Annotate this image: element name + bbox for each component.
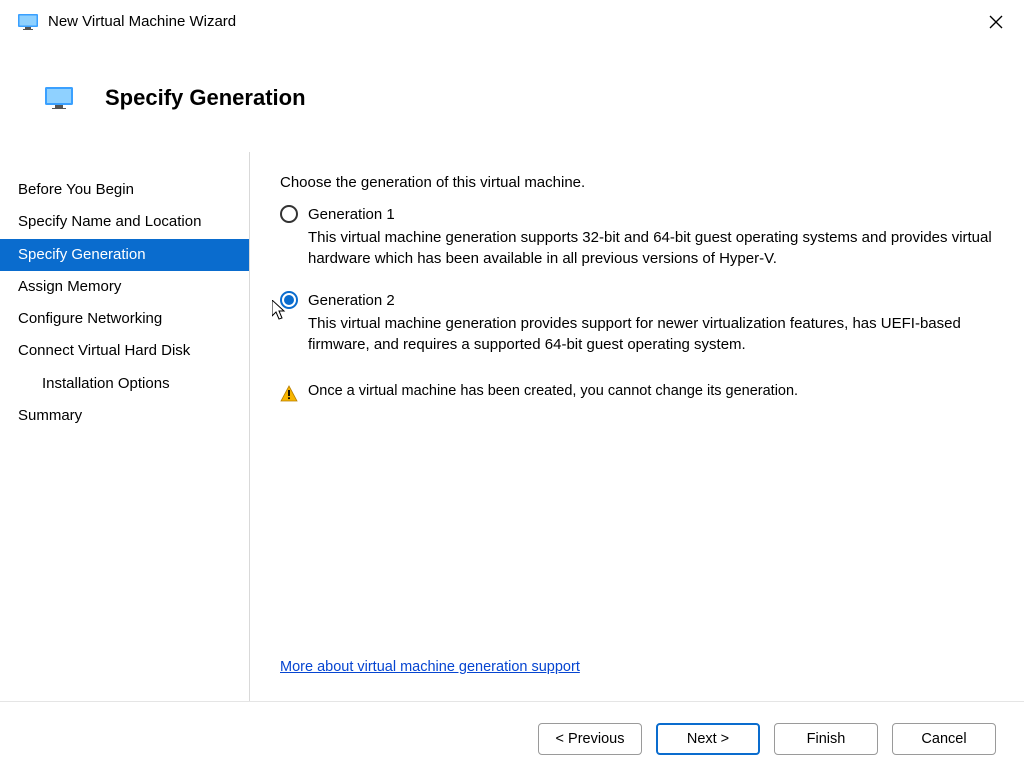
sidebar-item-specify-name-location[interactable]: Specify Name and Location: [0, 206, 249, 238]
desc-generation-1: This virtual machine generation supports…: [308, 227, 998, 269]
wizard-body: Before You Begin Specify Name and Locati…: [0, 152, 1024, 701]
warning-text: Once a virtual machine has been created,…: [308, 383, 798, 399]
page-title: Specify Generation: [105, 85, 306, 111]
sidebar-item-before-you-begin[interactable]: Before You Begin: [0, 174, 249, 206]
link-more-about-generation[interactable]: More about virtual machine generation su…: [280, 659, 580, 675]
app-monitor-icon: [18, 14, 38, 30]
cancel-button[interactable]: Cancel: [892, 723, 996, 755]
radio-generation-1[interactable]: [280, 205, 298, 223]
sidebar-item-installation-options[interactable]: Installation Options: [0, 368, 249, 400]
desc-generation-2: This virtual machine generation provides…: [308, 313, 998, 355]
wizard-sidebar: Before You Begin Specify Name and Locati…: [0, 152, 250, 701]
warning-icon: [280, 385, 298, 403]
sidebar-item-connect-vhd[interactable]: Connect Virtual Hard Disk: [0, 335, 249, 367]
option-generation-1: Generation 1 This virtual machine genera…: [280, 205, 998, 285]
finish-button[interactable]: Finish: [774, 723, 878, 755]
label-generation-1[interactable]: Generation 1: [308, 206, 395, 223]
sidebar-item-configure-networking[interactable]: Configure Networking: [0, 303, 249, 335]
wizard-header: Specify Generation: [0, 44, 1024, 152]
next-button[interactable]: Next >: [656, 723, 760, 755]
sidebar-item-specify-generation[interactable]: Specify Generation: [0, 239, 249, 271]
close-button[interactable]: [976, 6, 1016, 38]
warning-row: Once a virtual machine has been created,…: [280, 383, 998, 403]
option-generation-2: Generation 2 This virtual machine genera…: [280, 291, 998, 371]
window-title: New Virtual Machine Wizard: [48, 13, 976, 30]
wizard-footer: < Previous Next > Finish Cancel: [0, 701, 1024, 775]
sidebar-item-assign-memory[interactable]: Assign Memory: [0, 271, 249, 303]
wizard-window: New Virtual Machine Wizard Specify Gener…: [0, 0, 1024, 775]
radio-generation-2[interactable]: [280, 291, 298, 309]
label-generation-2[interactable]: Generation 2: [308, 292, 395, 309]
sidebar-item-summary[interactable]: Summary: [0, 400, 249, 432]
header-monitor-icon: [45, 87, 73, 109]
titlebar: New Virtual Machine Wizard: [0, 0, 1024, 44]
wizard-content: Choose the generation of this virtual ma…: [250, 152, 1016, 701]
previous-button[interactable]: < Previous: [538, 723, 642, 755]
intro-text: Choose the generation of this virtual ma…: [280, 174, 998, 191]
close-icon: [989, 15, 1003, 29]
